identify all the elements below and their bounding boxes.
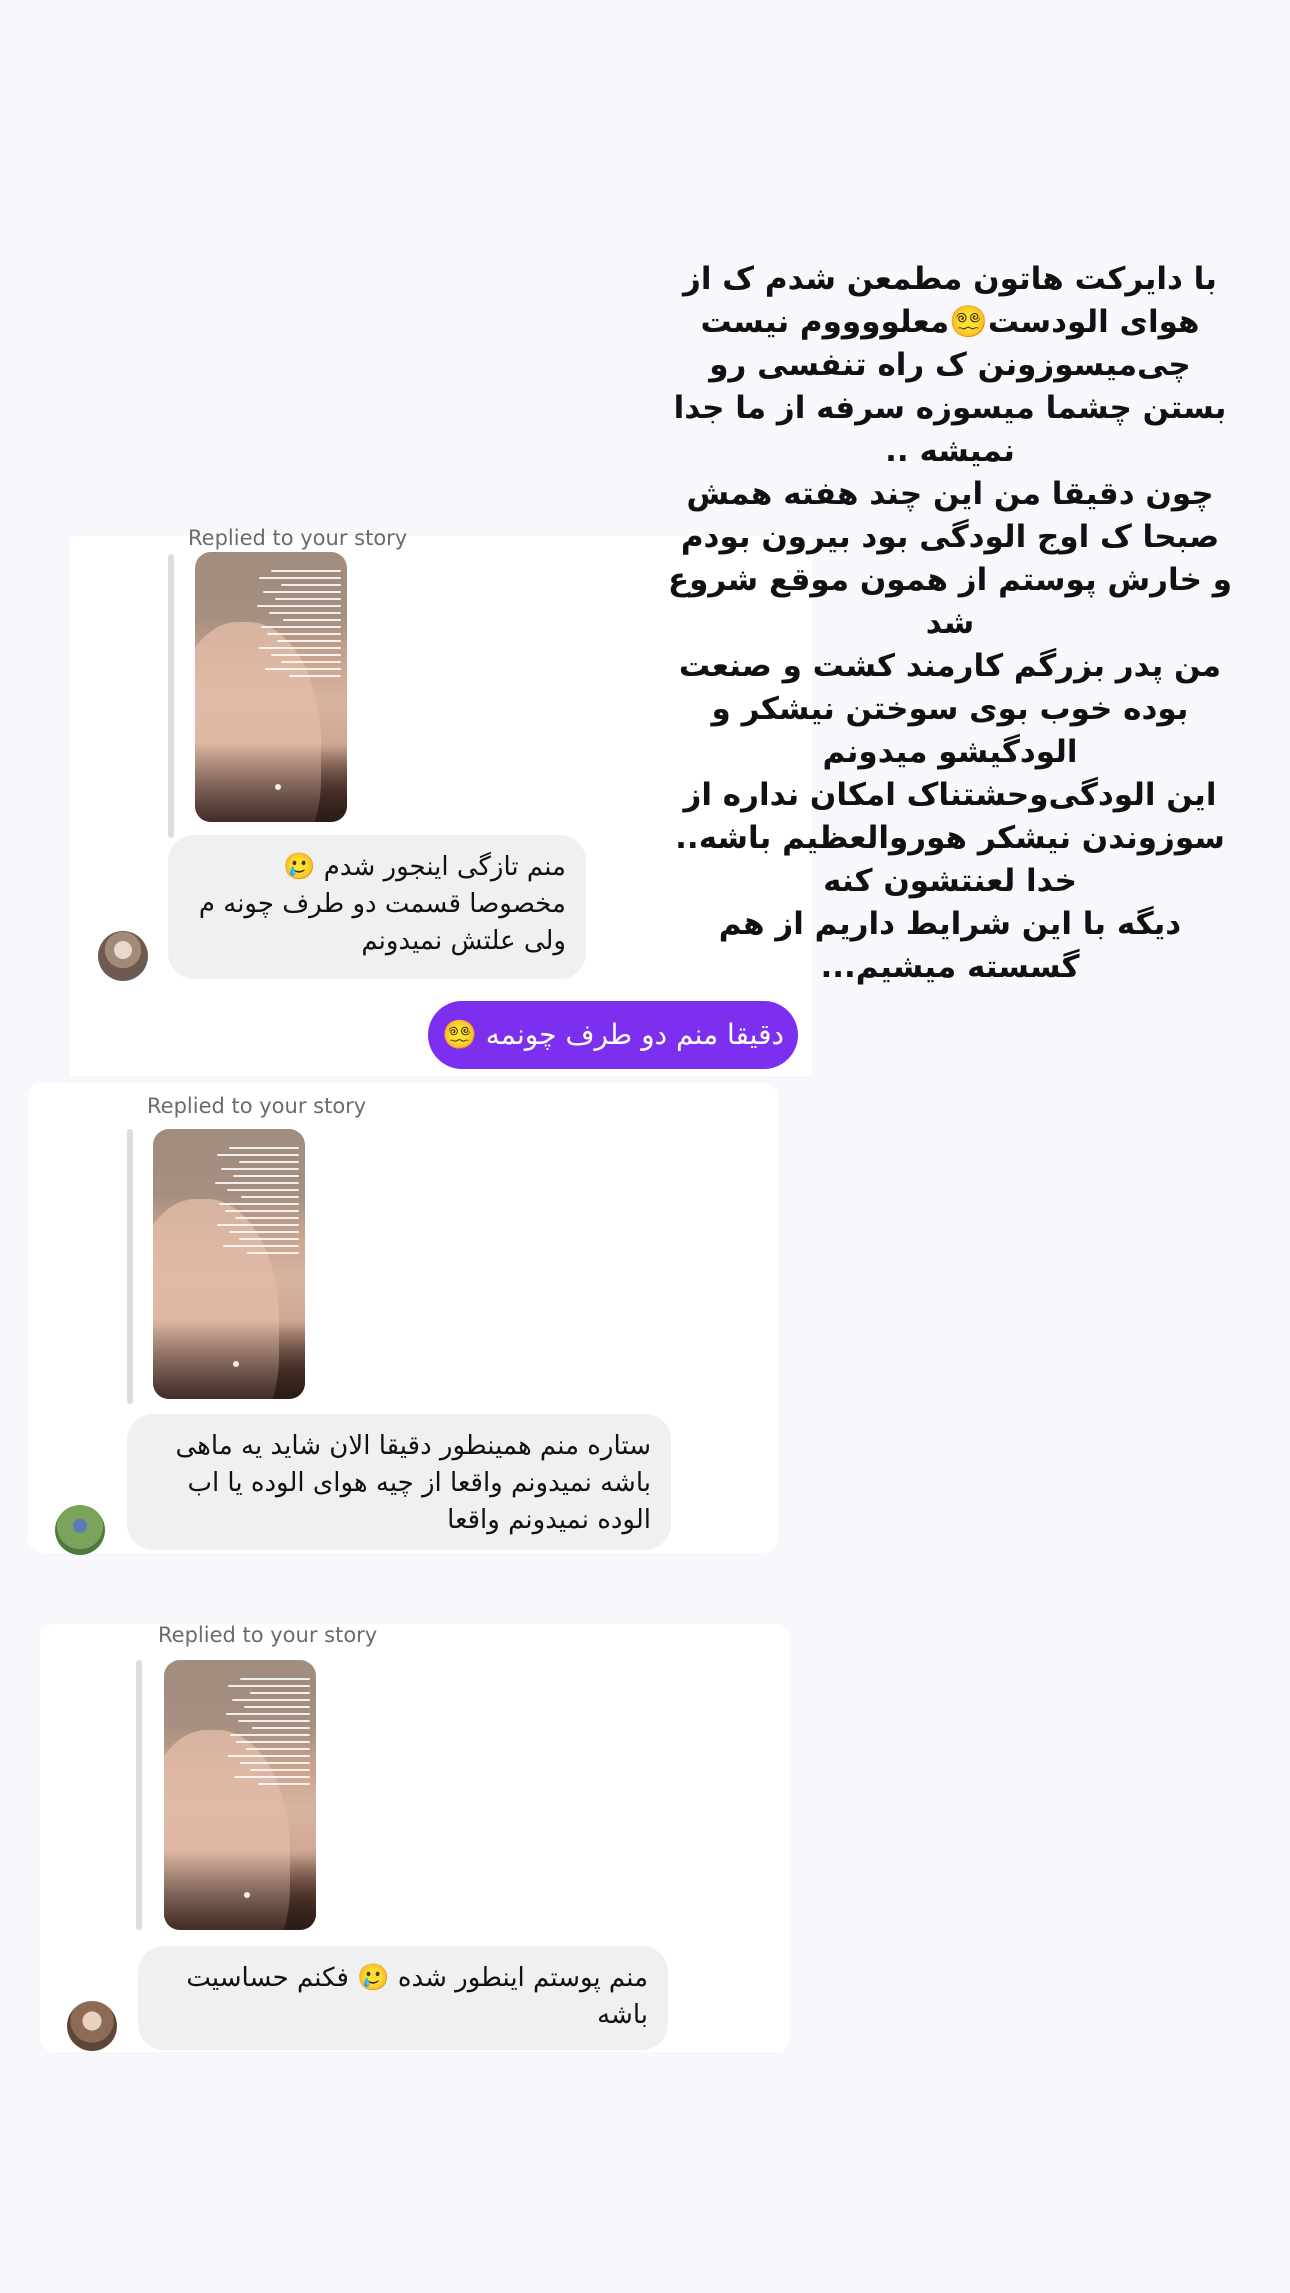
- story-text-line: نمیشه ..: [885, 433, 1015, 469]
- story-text-line: خدا لعنتشون کنه: [823, 863, 1077, 899]
- message-bubble: ستاره منم همینطور دقیقا الان شاید یه ماه…: [127, 1414, 671, 1550]
- message-card-3: Replied to your story منم پوستم اینطور ش…: [40, 1623, 790, 2052]
- story-text-line: الودگیشو میدونم: [822, 734, 1078, 770]
- sent-message-bubble: دقیقا منم دو طرف چونمه 😵‍💫: [428, 1001, 798, 1069]
- message-bubble: منم تازگی اینجور شدم 🥲 مخصوصا قسمت دو طر…: [168, 835, 586, 979]
- quote-bar: [136, 1660, 142, 1930]
- story-text-line: و خارش پوستم از همون موقع شروع: [667, 562, 1233, 598]
- story-text-line: گسسته میشیم...: [820, 949, 1080, 985]
- avatar[interactable]: [67, 2001, 117, 2051]
- replied-to-story-label: Replied to your story: [158, 1623, 378, 1647]
- story-text-line: این الودگی‌وحشتناک امکان نداره از: [683, 777, 1217, 813]
- story-text-line: دیگه با این شرایط داریم از هم: [718, 906, 1182, 942]
- story-thumbnail[interactable]: [153, 1129, 305, 1399]
- quote-bar: [127, 1129, 133, 1404]
- story-text-overlay: با دایرکت هاتون مطمعن شدم ک از هوای الودس…: [660, 258, 1240, 989]
- message-card-2: Replied to your story ستاره منم همینطور …: [28, 1083, 778, 1555]
- quote-bar: [168, 554, 174, 838]
- story-text-line: صبحا ک اوج الودگی بود بیرون بودم: [680, 519, 1220, 555]
- story-thumbnail[interactable]: [164, 1660, 316, 1930]
- story-text-line: چی‌میسوزونن ک راه تنفسی رو: [709, 347, 1191, 383]
- story-text-line: بستن چشما میسوزه سرفه از ما جدا: [673, 390, 1227, 426]
- replied-to-story-label: Replied to your story: [147, 1094, 367, 1118]
- story-text-line: بوده خوب بوی سوختن نیشکر و: [711, 691, 1189, 727]
- story-text-line: شد: [925, 605, 975, 641]
- avatar[interactable]: [55, 1505, 105, 1555]
- avatar[interactable]: [98, 931, 148, 981]
- story-text-line: سوزوندن نیشکر هوروالعظیم باشه..: [675, 820, 1225, 856]
- message-bubble: منم پوستم اینطور شده 🥲 فکنم حساسیت باشه: [138, 1946, 668, 2050]
- story-text-line: با دایرکت هاتون مطمعن شدم ک از: [683, 261, 1217, 297]
- story-text-line: چون دقیقا من این چند هفته همش: [686, 476, 1214, 512]
- story-thumbnail[interactable]: [195, 552, 347, 822]
- story-text-line: من پدر بزرگم کارمند کشت و صنعت: [678, 648, 1222, 684]
- replied-to-story-label: Replied to your story: [188, 526, 408, 550]
- story-text-line: هوای الودست😵‍💫معلووووم نیست: [700, 304, 1200, 340]
